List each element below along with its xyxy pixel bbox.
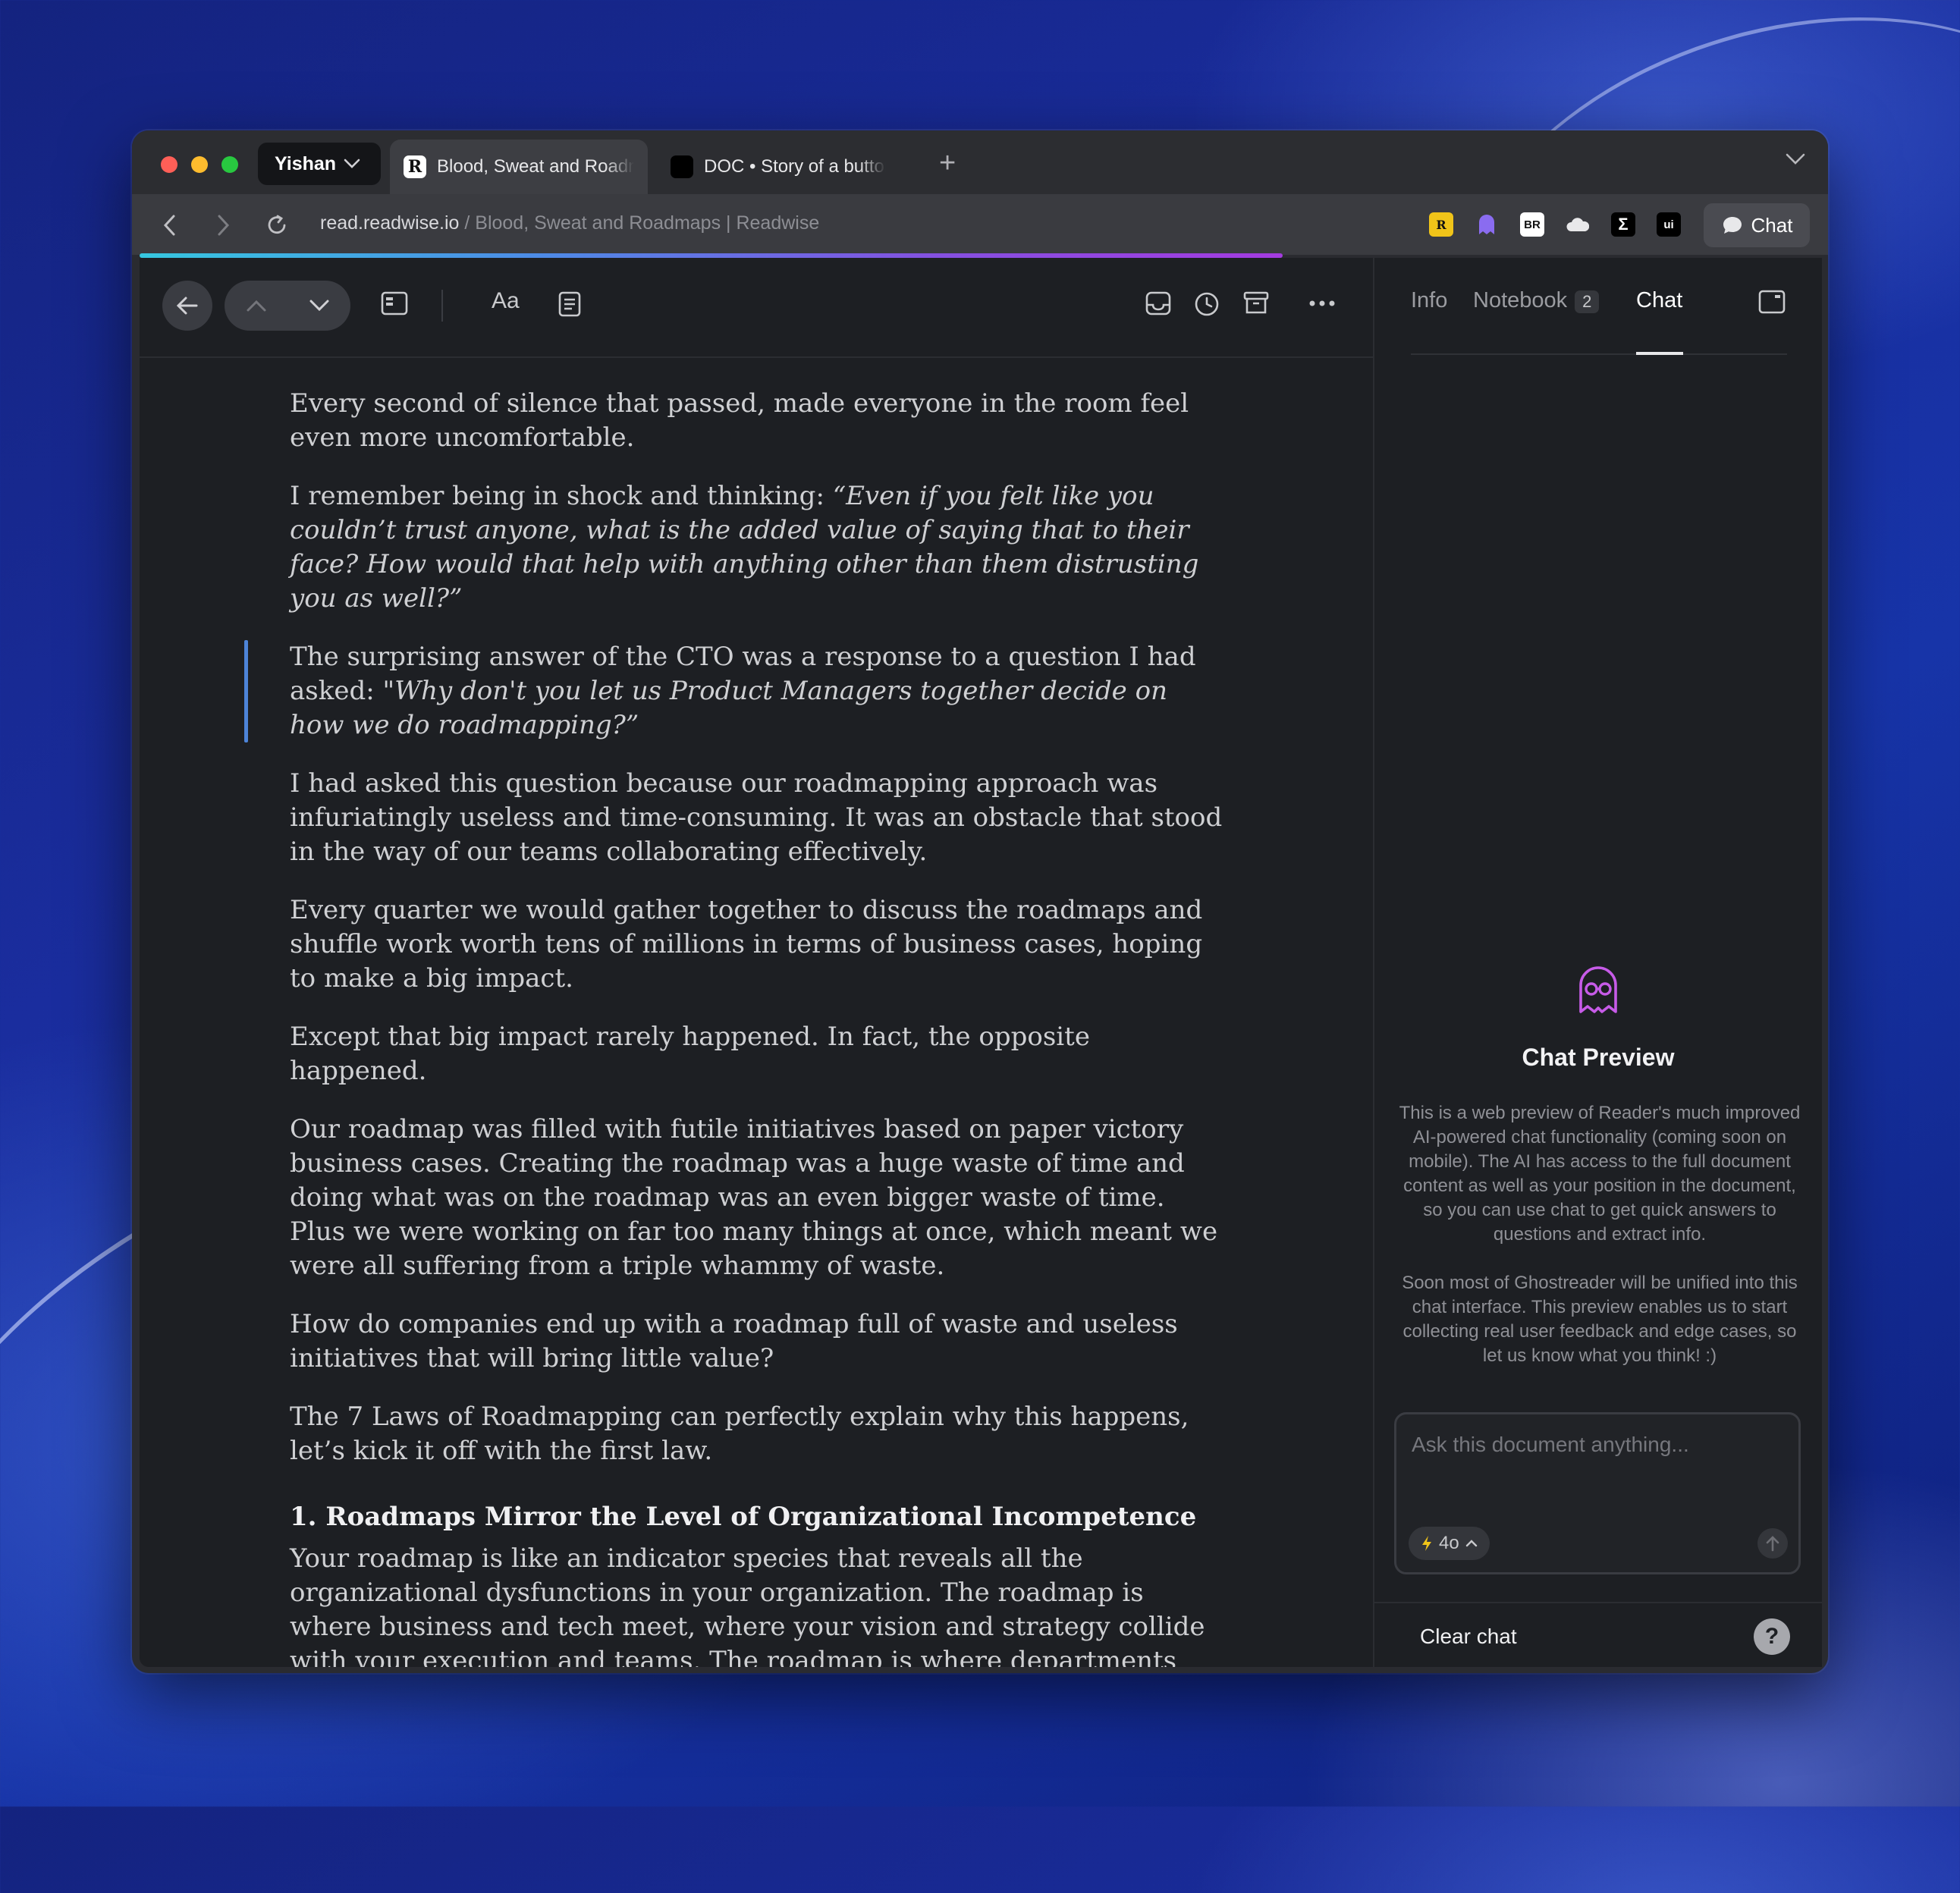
back-icon[interactable] (162, 214, 177, 237)
browser-window: Yishan R Blood, Sweat and Roadmaps | Rea… (132, 130, 1828, 1673)
toolbar-divider (441, 290, 443, 322)
url-host: read.readwise.io (320, 212, 460, 234)
address-bar-row: read.readwise.io / Blood, Sweat and Road… (132, 194, 1828, 255)
font-settings-button[interactable]: Aa (492, 288, 520, 314)
new-tab-button[interactable]: + (939, 147, 956, 180)
browser-chat-button[interactable]: Chat (1704, 203, 1810, 247)
send-button[interactable] (1757, 1528, 1788, 1559)
tabs-divider (1411, 353, 1787, 355)
footer-divider (1374, 1602, 1822, 1603)
tab-readwise[interactable]: R Blood, Sweat and Roadmaps | Readwise (390, 140, 648, 194)
chevron-up-icon (247, 300, 265, 312)
browser-chat-label: Chat (1751, 213, 1793, 237)
lightning-icon (1422, 1536, 1431, 1551)
profile-name: Yishan (275, 152, 337, 174)
inbox-icon (1145, 291, 1171, 316)
toggle-right-sidebar-button[interactable] (1758, 290, 1786, 318)
tab-notebook-label: Notebook (1473, 288, 1568, 312)
tab-info[interactable]: Info (1411, 288, 1447, 313)
tab-notebook[interactable]: Notebook 2 (1473, 288, 1600, 313)
document-icon (558, 291, 581, 317)
close-window-button[interactable] (161, 156, 177, 173)
minimize-window-button[interactable] (191, 156, 208, 173)
toggle-left-sidebar-button[interactable] (381, 291, 408, 316)
next-document-button[interactable] (287, 281, 350, 331)
cloud-extension-icon[interactable] (1566, 212, 1590, 237)
move-to-later-button[interactable] (1194, 291, 1220, 317)
tab-overview-chevron-icon[interactable] (1786, 153, 1805, 165)
readwise-extension-icon[interactable]: R (1429, 212, 1453, 237)
highlighted-paragraph[interactable]: The surprising answer of the CTO was a r… (244, 640, 1227, 742)
chat-preview-title: Chat Preview (1522, 1044, 1675, 1071)
chat-bubble-icon (1723, 217, 1742, 234)
section-heading[interactable]: 1. Roadmaps Mirror the Level of Organiza… (290, 1500, 1227, 1534)
paragraph[interactable]: Our roadmap was filled with futile initi… (290, 1113, 1227, 1283)
archive-icon (1243, 291, 1269, 314)
paragraph[interactable]: Every quarter we would gather together t… (290, 893, 1227, 996)
paragraph[interactable]: Every second of silence that passed, mad… (290, 387, 1227, 455)
tab-label: Blood, Sweat and Roadmaps | Readwise (437, 156, 634, 177)
more-horizontal-icon (1309, 300, 1335, 306)
tab-doc[interactable]: DOC • Story of a button (657, 140, 900, 194)
document-navigation (225, 281, 350, 331)
arrow-up-icon (1766, 1536, 1779, 1552)
paragraph-text: I remember being in shock and thinking: (290, 481, 833, 511)
arrow-left-icon (176, 297, 198, 315)
right-sidebar: Info Notebook 2 Chat Chat Preview This is… (1373, 258, 1822, 1667)
br-extension-icon[interactable]: BR (1520, 212, 1544, 237)
maximize-window-button[interactable] (221, 156, 238, 173)
profile-switcher[interactable]: Yishan (258, 143, 381, 185)
doc-favicon-icon (671, 155, 693, 178)
back-button[interactable] (162, 281, 212, 331)
notebook-count-badge: 2 (1575, 290, 1600, 313)
ui-extension-icon[interactable]: ui (1657, 212, 1681, 237)
url-field[interactable]: read.readwise.io / Blood, Sweat and Road… (320, 212, 819, 234)
chevron-down-icon (309, 300, 328, 312)
tab-label: DOC • Story of a button (704, 156, 886, 177)
paragraph[interactable]: Except that big impact rarely happened. … (290, 1020, 1227, 1088)
paragraph[interactable]: The 7 Laws of Roadmapping can perfectly … (290, 1400, 1227, 1468)
chat-preview-description: This is a web preview of Reader's much i… (1397, 1101, 1802, 1392)
url-page-title: / Blood, Sweat and Roadmaps | Readwise (459, 212, 820, 234)
previous-document-button[interactable] (225, 281, 287, 331)
article-body: Every second of silence that passed, mad… (244, 387, 1227, 1667)
chat-preview-paragraph: Soon most of Ghostreader will be unified… (1402, 1273, 1798, 1366)
chat-input[interactable] (1410, 1425, 1777, 1464)
clock-icon (1195, 292, 1219, 316)
forward-icon[interactable] (215, 214, 231, 237)
chevron-up-icon (1465, 1540, 1477, 1547)
archive-button[interactable] (1243, 291, 1269, 316)
paragraph[interactable]: How do companies end up with a roadmap f… (290, 1308, 1227, 1376)
tab-chat[interactable]: Chat (1636, 288, 1682, 313)
sigma-extension-icon[interactable]: Σ (1611, 212, 1635, 237)
paragraph[interactable]: I had asked this question because our ro… (290, 767, 1227, 869)
paragraph[interactable]: Your roadmap is like an indicator specie… (290, 1542, 1227, 1667)
sidebar-left-icon (381, 291, 408, 316)
clear-chat-button[interactable]: Clear chat (1420, 1625, 1517, 1649)
model-name: 4o (1439, 1533, 1459, 1553)
help-button[interactable]: ? (1754, 1618, 1790, 1655)
ghost-extension-icon[interactable] (1475, 212, 1499, 237)
reload-icon[interactable] (265, 214, 288, 237)
reader-toolbar: Aa (140, 258, 1373, 358)
chat-preview-paragraph: This is a web preview of Reader's much i… (1399, 1103, 1801, 1245)
chevron-down-icon (344, 159, 360, 168)
chat-input-box: 4o (1394, 1412, 1801, 1574)
tab-bar: Yishan R Blood, Sweat and Roadmaps | Rea… (132, 130, 1828, 194)
active-tab-indicator (1636, 352, 1683, 355)
sidebar-right-icon (1758, 290, 1786, 314)
readwise-favicon-icon: R (404, 155, 426, 178)
model-selector[interactable]: 4o (1409, 1527, 1490, 1560)
reader-pane: Aa Every second of silence that passed, … (140, 258, 1373, 1667)
move-to-inbox-button[interactable] (1145, 291, 1171, 316)
quote-text: "Why don't you let us Product Managers t… (290, 676, 1167, 740)
more-options-button[interactable] (1309, 300, 1335, 306)
ghostreader-icon (1579, 966, 1617, 1013)
document-notes-button[interactable] (558, 291, 581, 317)
paragraph[interactable]: I remember being in shock and thinking: … (290, 479, 1227, 616)
